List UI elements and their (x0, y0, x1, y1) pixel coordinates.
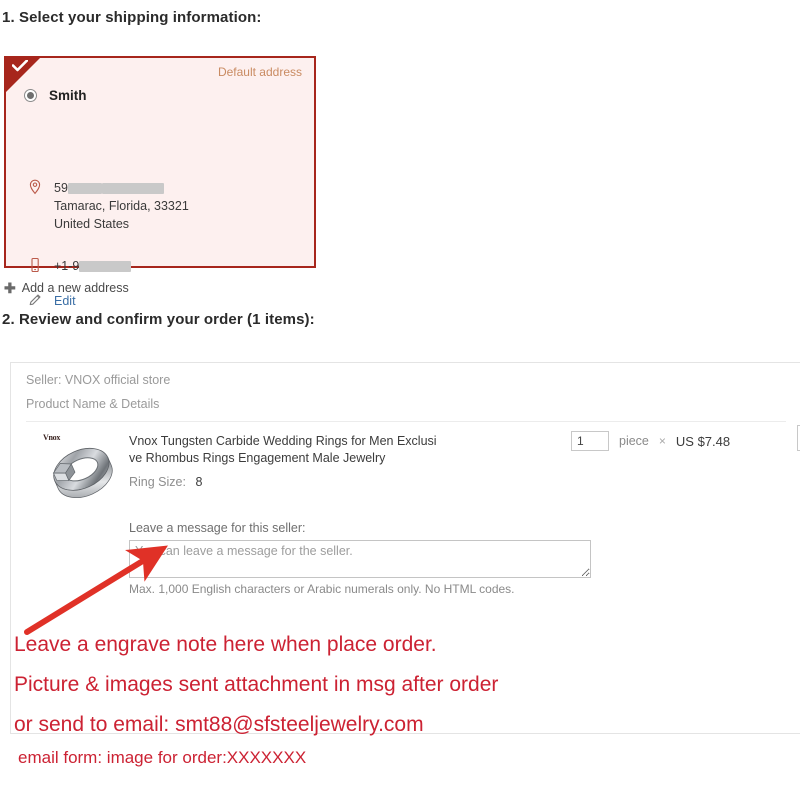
ring-size-value: 8 (195, 475, 203, 489)
street-prefix: 59 (54, 181, 68, 195)
product-column-header: Product Name & Details (26, 397, 160, 411)
annotation-line-4: email form: image for order:XXXXXXX (18, 748, 307, 767)
quantity-input[interactable] (571, 431, 609, 451)
seller-message-label: Leave a message for this seller: (129, 521, 306, 535)
product-title[interactable]: Vnox Tungsten Carbide Wedding Rings for … (129, 433, 441, 467)
street-address-line: 59 (54, 179, 189, 197)
phone-block: +1-9 (28, 257, 132, 275)
quantity-price-row: piece × US $7.48 (571, 431, 730, 451)
step-2-heading: 2. Review and confirm your order (1 item… (2, 311, 315, 328)
red-annotation-text-block: Leave a engrave note here when place ord… (14, 625, 784, 745)
country-line: United States (54, 217, 130, 231)
location-pin-icon (29, 179, 41, 195)
redacted-phone-part (79, 261, 132, 273)
redacted-street-part-1 (67, 183, 102, 195)
step-1-heading: 1. Select your shipping information: (2, 9, 262, 26)
ring-size-label: Ring Size: (129, 475, 186, 489)
phone-number-line: +1-9 (54, 257, 132, 275)
shipping-address-card[interactable]: Default address Smith 59 Tamarac, Florid… (4, 56, 316, 308)
multiply-symbol: × (658, 434, 666, 448)
address-lines-block: 59 Tamarac, Florida, 33321 United States (28, 179, 189, 233)
seller-message-hint: Max. 1,000 English characters or Arabic … (129, 582, 515, 596)
seller-name-label: Seller: VNOX official store (26, 373, 171, 387)
plus-icon: ✚ (4, 280, 16, 296)
checkmark-icon (12, 60, 28, 72)
annotation-line-3: or send to email: smt88@sfsteeljewelry.c… (14, 713, 424, 736)
panel-header-divider (26, 421, 786, 422)
address-radio-button[interactable] (24, 89, 37, 102)
annotation-line-2: Picture & images sent attachment in msg … (14, 673, 499, 696)
unit-price-value: US $7.48 (675, 433, 731, 449)
edit-address-link[interactable]: Edit (54, 294, 76, 308)
quantity-unit-label: piece (619, 434, 649, 448)
vnox-logo-watermark: Vnox (43, 433, 61, 442)
recipient-name: Smith (49, 88, 87, 103)
add-new-address-button[interactable]: ✚ Add a new address (4, 281, 129, 295)
mobile-phone-icon (31, 257, 39, 273)
default-address-badge: Default address (217, 65, 302, 79)
recipient-row[interactable]: Smith (24, 88, 87, 103)
annotation-line-1: Leave a engrave note here when place ord… (14, 633, 437, 656)
address-radio-dot (27, 92, 34, 99)
add-new-address-label: Add a new address (21, 281, 129, 295)
redacted-street-part-2 (101, 183, 164, 195)
seller-message-input[interactable] (129, 540, 591, 578)
ring-size-row: Ring Size: 8 (129, 475, 202, 489)
phone-prefix: +1-9 (54, 259, 80, 273)
city-state-zip-line: Tamarac, Florida, 33321 (54, 199, 189, 213)
